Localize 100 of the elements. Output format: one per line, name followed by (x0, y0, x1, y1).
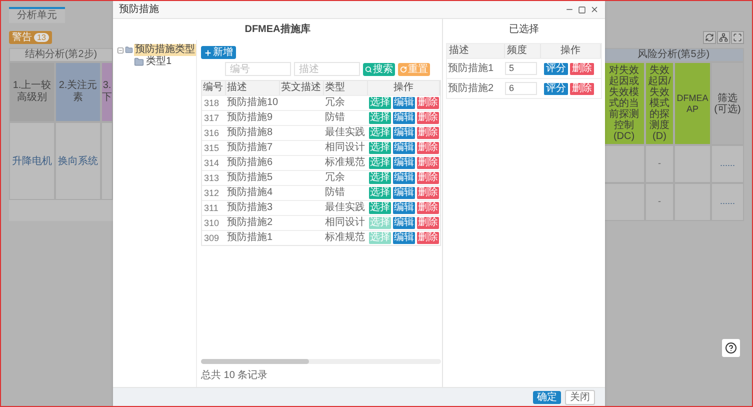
table-cell-text: 预防措施10 (226, 96, 280, 110)
action-button[interactable]: 评分 (544, 82, 568, 94)
collapse-icon[interactable] (117, 46, 124, 54)
action-button[interactable]: 编辑 (393, 127, 415, 139)
action-button[interactable]: 删除 (417, 97, 439, 109)
warning-badge-button[interactable]: 警告 13 (9, 31, 52, 44)
action-button[interactable]: 删除 (417, 172, 439, 184)
column-header: 英文描述 (280, 81, 324, 95)
reset-button[interactable]: 重置 (398, 62, 430, 76)
filter-field[interactable]: 描述 (294, 62, 360, 76)
panel-title: DFMEA措施库 (244, 22, 312, 37)
column-header: 失效起因/失效模式的探测度 (D) (645, 62, 674, 145)
search-button[interactable]: 搜索 (363, 62, 395, 76)
table-cell-text: 预防措施1 (447, 62, 495, 76)
confirm-button[interactable]: 确定 (533, 391, 561, 404)
action-button[interactable]: 删除 (417, 157, 439, 169)
refresh-icon[interactable] (703, 31, 716, 44)
table-cell: 换向系统 (55, 122, 101, 200)
action-button[interactable]: 编辑 (393, 112, 415, 124)
table-cell-text: 防错 (324, 111, 346, 125)
frequency-field[interactable]: 6 (505, 82, 537, 95)
action-button[interactable]: 编辑 (393, 142, 415, 154)
action-button[interactable]: 删除 (417, 202, 439, 214)
column-header: 类型 (324, 81, 368, 95)
table-cell-text: 317 (203, 112, 220, 125)
column-header: 描述 (447, 44, 505, 58)
table-cell-text: 310 (203, 217, 220, 230)
column-header: 频度 (505, 44, 541, 58)
close-button[interactable]: 关闭 (565, 390, 595, 405)
table-cell-text: 预防措施3 (226, 201, 274, 215)
table-cell-text: 标准规范 (324, 231, 366, 245)
tree-item[interactable]: 类型1 (145, 56, 173, 68)
table-cell-text: 预防措施7 (226, 141, 274, 155)
search-icon (365, 66, 372, 72)
action-button[interactable]: 删除 (417, 142, 439, 154)
action-button[interactable]: 编辑 (393, 157, 415, 169)
action-button[interactable]: 删除 (417, 127, 439, 139)
table-cell: 升降电机 (9, 122, 55, 200)
group-header: 结构分析(第2步) (9, 48, 113, 62)
action-button[interactable]: 编辑 (393, 187, 415, 199)
table-cell-text: 预防措施8 (226, 126, 274, 140)
table-cell-text: 314 (203, 157, 220, 170)
action-button[interactable]: 选择 (369, 112, 391, 124)
table-cell-text: 预防措施4 (226, 186, 274, 200)
filter-field[interactable]: 编号 (225, 62, 291, 76)
table-cell-text: 相同设计 (324, 216, 366, 230)
action-button[interactable]: 编辑 (393, 97, 415, 109)
table-cell-text: 313 (203, 172, 220, 185)
add-button[interactable]: 新增 (201, 46, 236, 59)
table-cell-text: 相同设计 (324, 141, 366, 155)
action-button[interactable]: 编辑 (393, 172, 415, 184)
maximize-icon[interactable] (578, 6, 586, 14)
close-icon[interactable] (590, 5, 599, 14)
table-cell-text: 预防措施2 (447, 82, 495, 96)
column-header: 描述 (226, 81, 280, 95)
action-button[interactable]: 评分 (544, 62, 568, 74)
plus-icon (204, 48, 212, 56)
table-cell-text: 最佳实践 (324, 201, 366, 215)
action-button[interactable]: 选择 (369, 202, 391, 214)
table-cell-text: 预防措施9 (226, 111, 274, 125)
action-button[interactable]: 选择 (369, 142, 391, 154)
table-cell-text: 315 (203, 142, 220, 155)
table-cell-text: 316 (203, 127, 220, 140)
action-button[interactable]: 选择 (369, 172, 391, 184)
table-cell-text: 最佳实践 (324, 126, 366, 140)
help-button[interactable] (722, 339, 740, 357)
action-button[interactable]: 删除 (417, 112, 439, 124)
column-header: 2.关注元素 (55, 62, 101, 122)
action-button[interactable]: 编辑 (393, 202, 415, 214)
table-cell-text: 311 (203, 202, 220, 215)
table-cell-text: 预防措施6 (226, 156, 274, 170)
action-button[interactable]: 删除 (417, 187, 439, 199)
table-cell-text: 318 (203, 97, 220, 110)
reset-icon (400, 66, 407, 72)
filter-link[interactable]: ...... (720, 157, 735, 171)
folder-icon (134, 57, 144, 67)
tree-item[interactable]: 预防措施类型 (134, 44, 196, 56)
table-cell: - (645, 145, 674, 183)
tab[interactable]: 分析单元 (9, 7, 65, 23)
table-cell-text: 防错 (324, 186, 346, 200)
hierarchy-icon[interactable] (717, 31, 730, 44)
action-button[interactable]: 选择 (369, 127, 391, 139)
action-button[interactable]: 选择 (369, 157, 391, 169)
table-cell-text: 标准规范 (324, 156, 366, 170)
column-header: 操作 (541, 44, 601, 58)
table-cell-text: 预防措施1 (226, 231, 274, 245)
column-header: 3.下 (101, 62, 113, 122)
frequency-field[interactable]: 5 (505, 62, 537, 75)
action-button[interactable]: 选择 (369, 187, 391, 199)
table-cell-text: 预防措施5 (226, 171, 274, 185)
action-button[interactable]: 选择 (369, 97, 391, 109)
table-cell-text: 312 (203, 187, 220, 200)
record-count: 总共 10 条记录 (201, 368, 269, 383)
table-cell-text: 309 (203, 232, 220, 245)
filter-link[interactable]: ...... (720, 195, 735, 209)
action-button[interactable]: 删除 (570, 62, 594, 74)
folder-icon (125, 45, 133, 55)
action-button[interactable]: 删除 (570, 82, 594, 94)
group-header: 风险分析(第5步) (603, 48, 744, 62)
fullscreen-icon[interactable] (731, 31, 744, 44)
